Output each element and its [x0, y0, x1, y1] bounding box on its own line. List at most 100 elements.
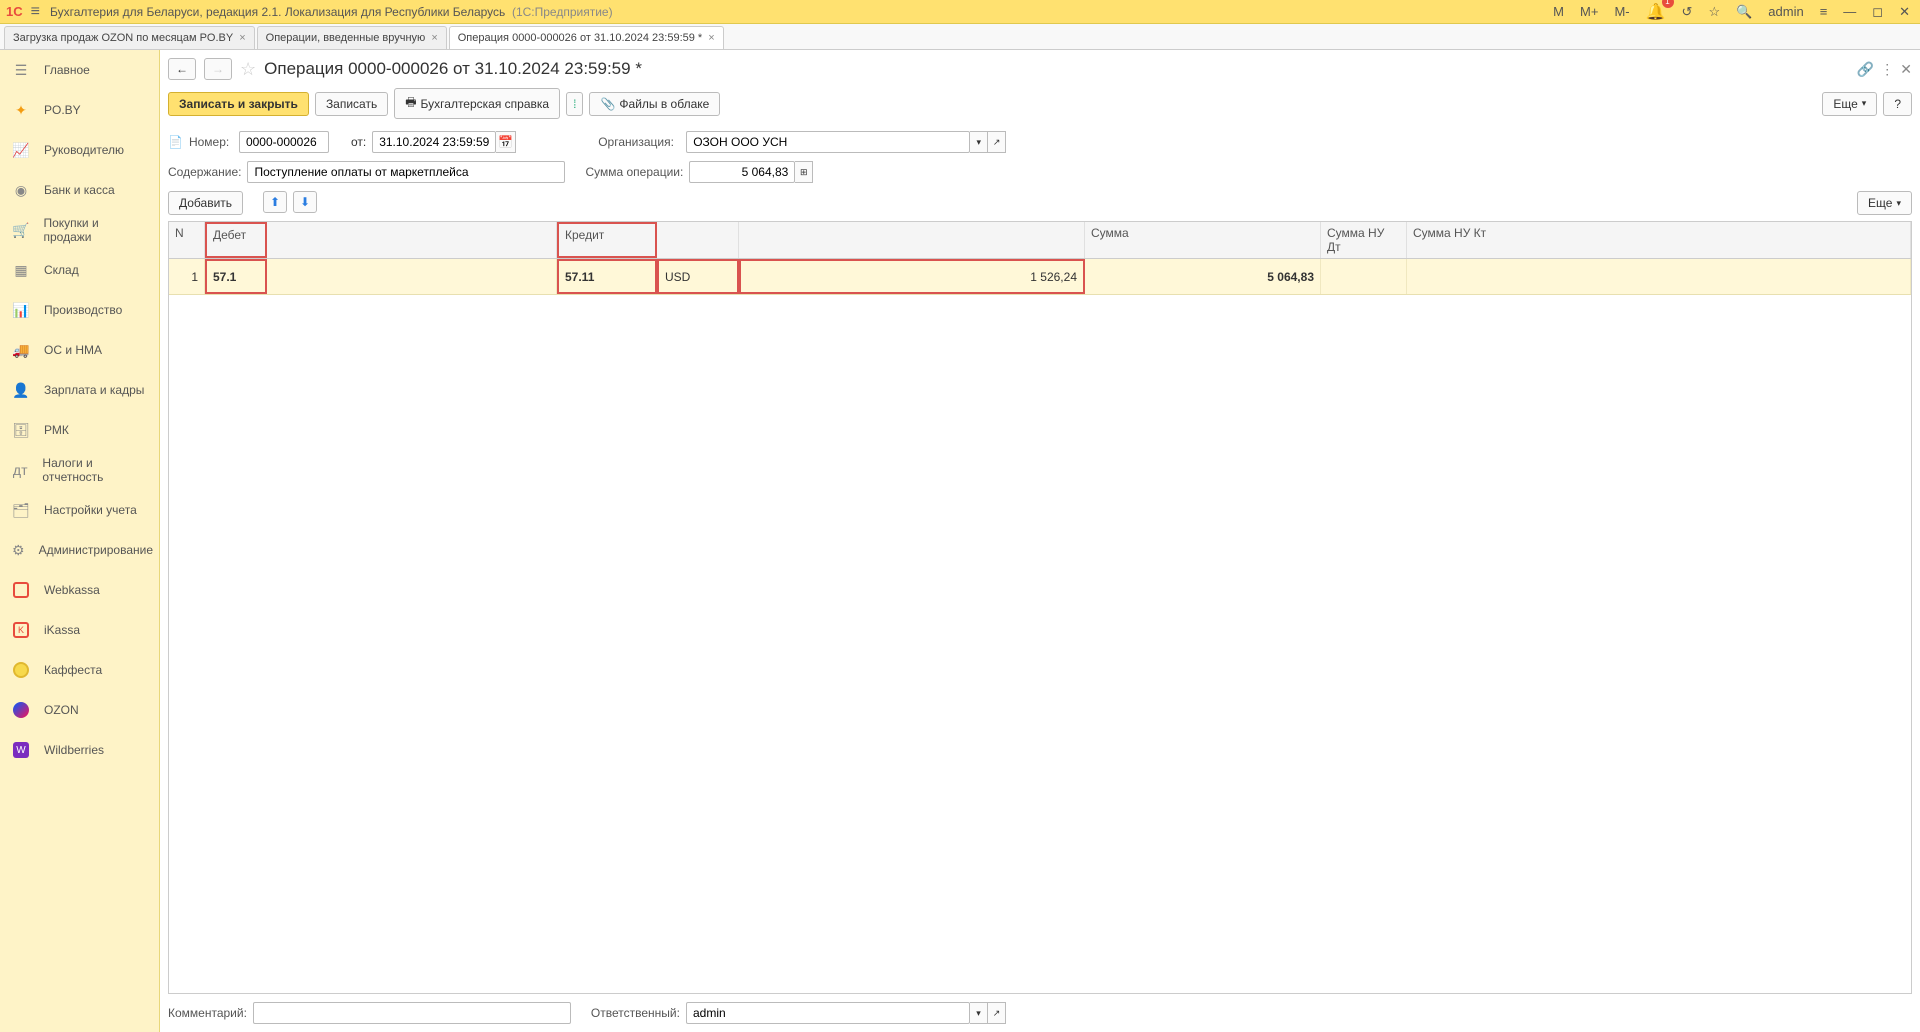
col-nu-kt[interactable]: Сумма НУ Кт: [1407, 222, 1911, 258]
more-button[interactable]: Еще▾: [1822, 92, 1877, 116]
close-icon[interactable]: ×: [708, 32, 714, 44]
more-table-button[interactable]: Еще▾: [1857, 191, 1912, 215]
col-debit-sub[interactable]: [267, 222, 557, 258]
col-credit[interactable]: Кредит: [557, 222, 657, 258]
person-icon: 👤: [12, 381, 30, 399]
accounts-button[interactable]: ⁞: [566, 92, 583, 116]
close-icon[interactable]: ×: [431, 32, 437, 44]
col-n[interactable]: N: [169, 222, 205, 258]
save-button[interactable]: Записать: [315, 92, 388, 116]
save-close-button[interactable]: Записать и закрыть: [168, 92, 309, 116]
cell-debit-sub[interactable]: [267, 259, 557, 294]
calc-icon[interactable]: ⊞: [795, 161, 813, 183]
close-icon[interactable]: ×: [239, 32, 245, 44]
move-up-button[interactable]: ⬆: [263, 191, 287, 213]
sidebar-item-ozon[interactable]: OZON: [0, 690, 159, 730]
sidebar-item-assets[interactable]: 🚚ОС и НМА: [0, 330, 159, 370]
sidebar-item-taxes[interactable]: дтНалоги и отчетность: [0, 450, 159, 490]
calendar-icon[interactable]: 📅: [496, 131, 516, 153]
cell-amount[interactable]: 1 526,24: [739, 259, 1085, 294]
folder-icon: 🗂: [12, 501, 30, 519]
forward-button[interactable]: →: [204, 58, 232, 80]
add-button[interactable]: Добавить: [168, 191, 243, 215]
responsible-input[interactable]: [686, 1002, 970, 1024]
chart-icon: 📈: [12, 141, 30, 159]
tab-manual-ops[interactable]: Операции, введенные вручную×: [257, 26, 447, 49]
responsible-label: Ответственный:: [591, 1006, 680, 1020]
sidebar-item-bank[interactable]: ◉Банк и касса: [0, 170, 159, 210]
tab-operation-doc[interactable]: Операция 0000-000026 от 31.10.2024 23:59…: [449, 26, 724, 49]
move-down-button[interactable]: ⬇: [293, 191, 317, 213]
date-input[interactable]: [372, 131, 496, 153]
col-currency[interactable]: [657, 222, 739, 258]
history-icon[interactable]: ↺: [1678, 2, 1697, 22]
sidebar-item-sales[interactable]: 🛒Покупки и продажи: [0, 210, 159, 250]
cell-n: 1: [169, 259, 205, 294]
col-sum[interactable]: Сумма: [1085, 222, 1321, 258]
maximize-icon[interactable]: ◻: [1868, 2, 1887, 22]
sidebar-item-rmk[interactable]: 🗄РМК: [0, 410, 159, 450]
sidebar-item-production[interactable]: 📊Производство: [0, 290, 159, 330]
entries-table: N Дебет Кредит Сумма Сумма НУ Дт Сумма Н…: [168, 221, 1912, 994]
wb-icon: W: [12, 741, 30, 759]
sidebar-item-ikassa[interactable]: KiKassa: [0, 610, 159, 650]
memory-m[interactable]: M: [1549, 2, 1568, 21]
settings-icon[interactable]: ≡: [1816, 2, 1832, 21]
report-button[interactable]: 🖶Бухгалтерская справка: [394, 88, 560, 119]
cell-debit[interactable]: 57.1: [205, 259, 267, 294]
sidebar-item-admin[interactable]: ⚙Администрирование: [0, 530, 159, 570]
memory-m-minus[interactable]: M-: [1610, 2, 1633, 21]
content-label: Содержание:: [168, 165, 241, 179]
sidebar-item-hr[interactable]: 👤Зарплата и кадры: [0, 370, 159, 410]
org-input[interactable]: [686, 131, 970, 153]
notifications-button[interactable]: 🔔 1: [1642, 0, 1670, 24]
star-icon[interactable]: ☆: [1704, 2, 1724, 22]
dropdown-icon[interactable]: ▾: [970, 131, 988, 153]
more-vert-icon[interactable]: ⋮: [1880, 61, 1894, 78]
open-ref-icon[interactable]: ↗: [988, 131, 1006, 153]
minimize-icon[interactable]: —: [1839, 2, 1860, 21]
col-debit[interactable]: Дебет: [205, 222, 267, 258]
menu-icon[interactable]: ≡: [31, 3, 40, 21]
ikassa-icon: K: [12, 621, 30, 639]
cell-nu-kt: [1407, 259, 1911, 294]
comment-input[interactable]: [253, 1002, 571, 1024]
close-window-icon[interactable]: ✕: [1895, 2, 1914, 22]
memory-m-plus[interactable]: M+: [1576, 2, 1602, 21]
cell-credit[interactable]: 57.11: [557, 259, 657, 294]
cloud-files-button[interactable]: 📎Файлы в облаке: [589, 92, 720, 116]
sidebar-item-kaffesta[interactable]: Каффеста: [0, 650, 159, 690]
search-icon[interactable]: 🔍: [1732, 2, 1756, 22]
sidebar-item-settings[interactable]: 🗂Настройки учета: [0, 490, 159, 530]
sidebar-item-webkassa[interactable]: Webkassa: [0, 570, 159, 610]
cell-currency[interactable]: USD: [657, 259, 739, 294]
link-icon[interactable]: 🔗: [1857, 61, 1874, 78]
clip-icon: 📎: [600, 97, 615, 111]
grid-icon: ▦: [12, 261, 30, 279]
wallet-icon: ◉: [12, 181, 30, 199]
sidebar-item-main[interactable]: ☰Главное: [0, 50, 159, 90]
sidebar-item-wildberries[interactable]: WWildberries: [0, 730, 159, 770]
back-button[interactable]: ←: [168, 58, 196, 80]
table-row[interactable]: 1 57.1 57.11 USD 1 526,24 5 064,83: [169, 259, 1911, 295]
close-icon[interactable]: ✕: [1900, 61, 1912, 78]
sidebar-item-poby[interactable]: ✦PO.BY: [0, 90, 159, 130]
dropdown-icon[interactable]: ▾: [970, 1002, 988, 1024]
user-name[interactable]: admin: [1764, 2, 1807, 21]
ozon-icon: [12, 701, 30, 719]
sidebar-item-manager[interactable]: 📈Руководителю: [0, 130, 159, 170]
col-amount[interactable]: [739, 222, 1085, 258]
doc-type-icon[interactable]: 📄: [168, 135, 183, 149]
pos-icon: 🗄: [12, 421, 30, 439]
help-button[interactable]: ?: [1883, 92, 1912, 116]
print-icon: 🖶: [405, 93, 416, 114]
favorite-button[interactable]: ☆: [240, 59, 256, 80]
open-ref-icon[interactable]: ↗: [988, 1002, 1006, 1024]
gear-icon: ⚙: [12, 541, 25, 559]
number-input[interactable]: [239, 131, 329, 153]
sum-input[interactable]: [689, 161, 795, 183]
content-input[interactable]: [247, 161, 565, 183]
tab-ozon-load[interactable]: Загрузка продаж OZON по месяцам PO.BY×: [4, 26, 255, 49]
sidebar-item-warehouse[interactable]: ▦Склад: [0, 250, 159, 290]
col-nu-dt[interactable]: Сумма НУ Дт: [1321, 222, 1407, 258]
